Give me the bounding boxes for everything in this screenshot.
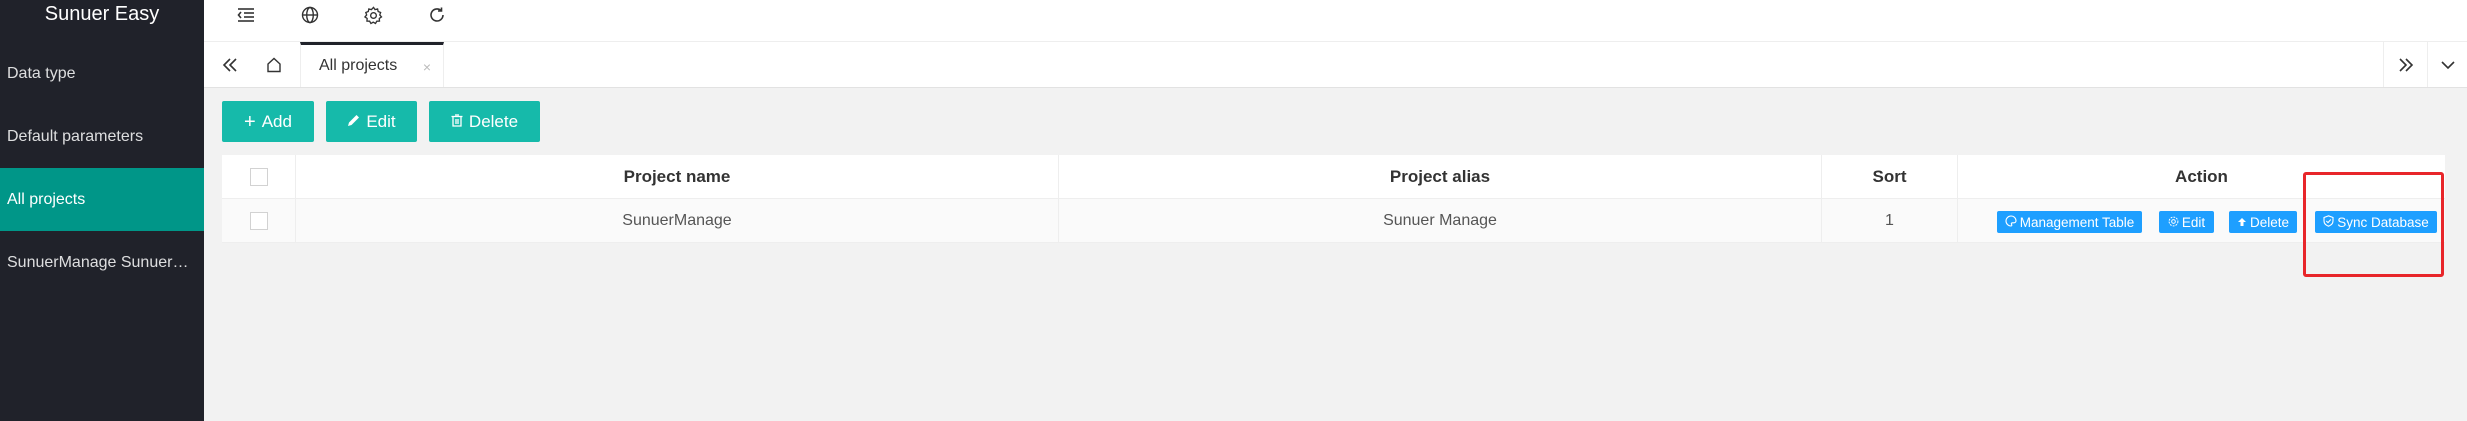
column-project-name[interactable]: Project name [296,155,1059,198]
cell-project-alias: Sunuer Manage [1059,199,1822,242]
row-edit-label: Edit [2181,214,2206,230]
sidebar: Sunuer Easy Data type Default parameters… [0,0,204,421]
select-all-checkbox[interactable] [249,167,268,186]
column-project-alias[interactable]: Project alias [1059,155,1822,198]
column-action: Action [2175,166,2228,186]
cell-sort: 1 [1822,199,1958,242]
management-table-label: Management Table [2019,214,2135,230]
gear-icon[interactable] [351,0,395,30]
trash-icon [451,112,463,132]
add-button-label: Add [261,111,292,131]
plus-icon: + [244,110,256,133]
row-edit-button[interactable]: Edit [2159,211,2214,233]
palette-icon [2005,214,2017,230]
tab-all-projects[interactable]: All projects × [300,42,444,87]
refresh-icon[interactable] [415,0,459,30]
management-table-button[interactable]: Management Table [1997,211,2142,233]
column-sort[interactable]: Sort [1822,155,1958,198]
add-button[interactable]: + Add [222,101,314,142]
pencil-icon [347,112,360,132]
tabs-dropdown-chevron-icon[interactable] [2427,42,2467,87]
app-title: Sunuer Easy [44,3,160,25]
delete-button[interactable]: Delete [429,101,540,142]
delete-button-label: Delete [468,111,519,131]
sync-database-button[interactable]: Sync Database [2315,211,2437,233]
cell-project-name: SunuerManage [296,199,1059,242]
row-delete-label: Delete [2249,214,2290,230]
select-all-cell [222,155,296,198]
row-delete-button[interactable]: Delete [2229,211,2297,233]
tab-close-icon[interactable]: × [423,59,431,75]
tabs-scroll-right-button[interactable] [2383,42,2428,87]
delete-icon [2237,215,2247,230]
sidebar-item-all-projects[interactable]: All projects [0,168,204,231]
row-select-cell [222,199,296,242]
menu-fold-icon[interactable] [224,0,268,30]
sync-database-label: Sync Database [2337,214,2429,230]
row-checkbox[interactable] [249,211,268,230]
sidebar-item-data-type[interactable]: Data type [0,42,197,105]
projects-table: Project name Project alias Sort Action S… [222,155,2445,243]
home-icon[interactable] [254,42,294,87]
tab-label: All projects [319,57,398,74]
edit-button-label: Edit [366,111,396,131]
tabs-bar: All projects × [204,42,2467,88]
gear-icon [2168,215,2179,230]
sidebar-item-sunuermanage[interactable]: SunuerManage SunuerManage [0,231,197,294]
globe-icon[interactable] [288,0,332,30]
table-header: Project name Project alias Sort Action [222,155,2445,199]
shield-check-icon [2323,214,2334,230]
table-row: SunuerManage Sunuer Manage 1 Management … [222,199,2445,243]
sidebar-item-default-parameters[interactable]: Default parameters [0,105,197,168]
sidebar-nav: Data type Default parameters All project… [0,42,204,294]
top-header [204,0,2467,42]
tabs-scroll-left-button[interactable] [210,42,250,87]
edit-button[interactable]: Edit [326,101,417,142]
